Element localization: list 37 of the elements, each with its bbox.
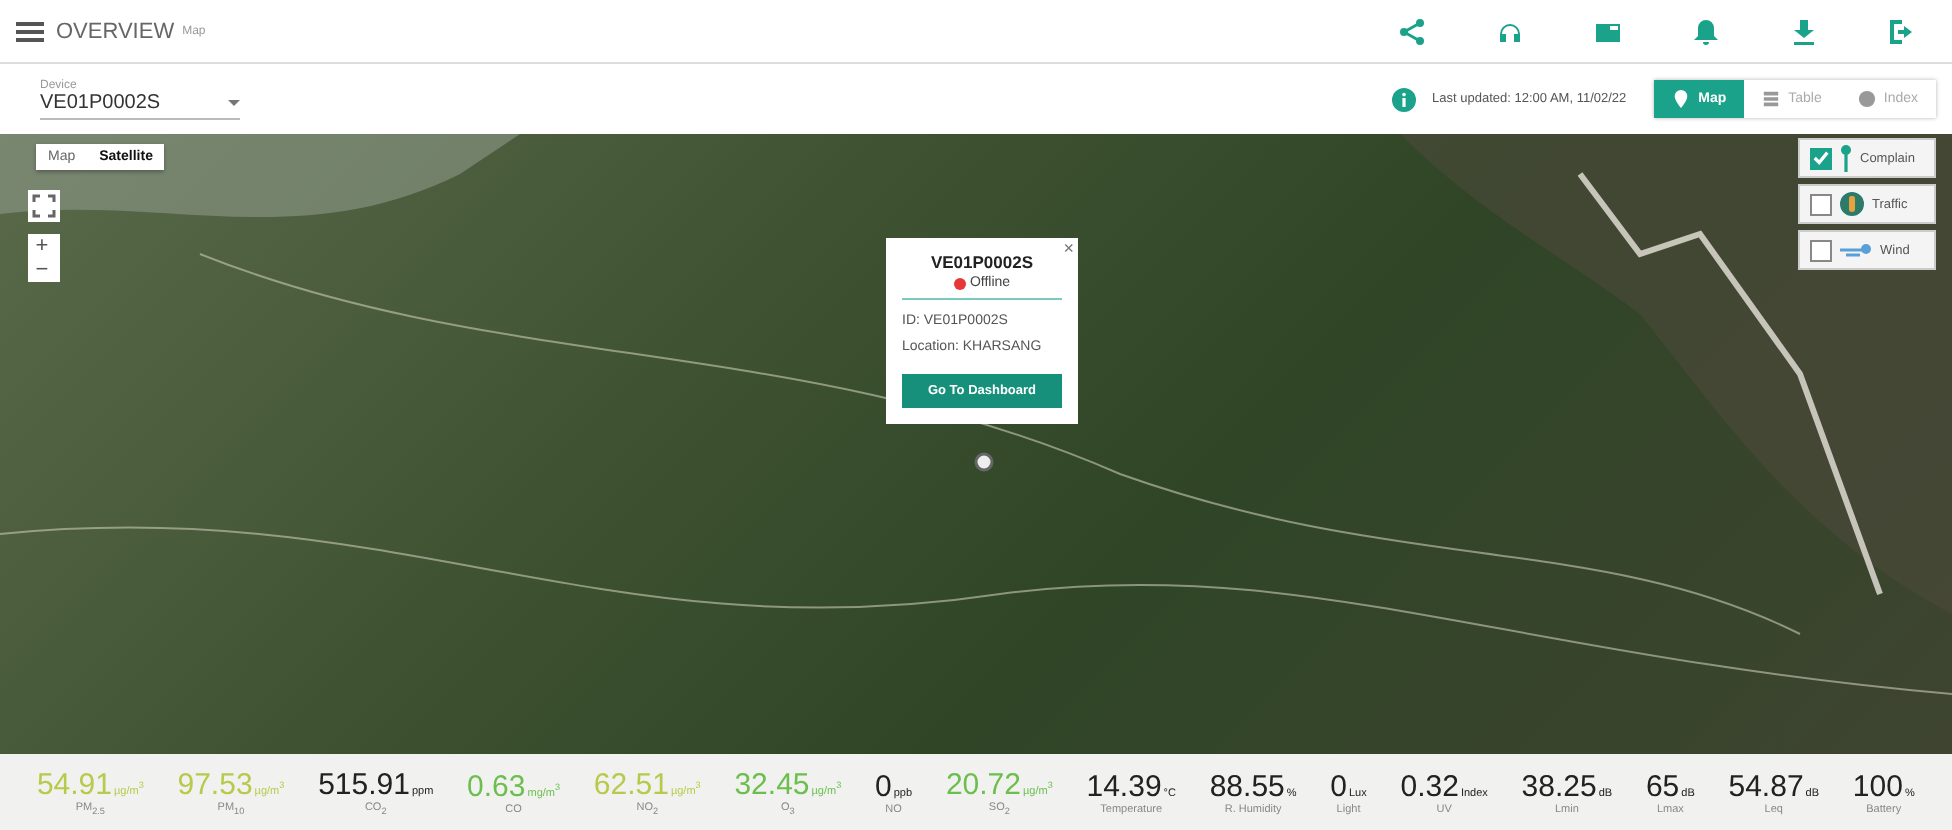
bell-icon[interactable] xyxy=(1692,17,1720,45)
logout-icon[interactable] xyxy=(1888,17,1916,45)
share-icon[interactable] xyxy=(1398,17,1426,45)
reading-value: 88.55 xyxy=(1209,769,1285,803)
info-circle-icon xyxy=(1857,90,1876,108)
reading-value: 14.39 xyxy=(1086,769,1162,803)
page-title: OVERVIEW xyxy=(56,19,175,43)
reading-value: 0 xyxy=(875,769,892,803)
pin-icon xyxy=(1840,144,1852,172)
reading-value: 32.45 xyxy=(734,767,810,802)
reading-value: 20.72 xyxy=(945,767,1021,802)
reading-value: 54.91 xyxy=(36,767,112,802)
list-icon xyxy=(1762,90,1781,108)
reading-value: 54.87 xyxy=(1728,769,1804,803)
popup-title: VE01P0002S xyxy=(930,252,1034,272)
checkbox[interactable] xyxy=(1810,193,1832,215)
download-icon[interactable] xyxy=(1790,17,1818,45)
reading-value: 515.91 xyxy=(318,767,410,802)
menu-icon[interactable] xyxy=(16,21,44,41)
wind-icon xyxy=(1840,242,1872,258)
reading-value: 100 xyxy=(1852,769,1903,803)
info-icon xyxy=(1392,87,1417,111)
reading-value: 0.32 xyxy=(1400,769,1459,803)
reading-value: 62.51 xyxy=(593,767,669,802)
traffic-light-icon xyxy=(1840,192,1864,216)
fullscreen-icon[interactable] xyxy=(28,190,60,222)
reading-value: 0.63 xyxy=(467,769,526,803)
reading-value: 38.25 xyxy=(1521,769,1597,803)
reading-value: 65 xyxy=(1645,769,1680,803)
status-dot xyxy=(953,277,966,289)
reading-value: 0 xyxy=(1330,769,1347,803)
checkbox[interactable] xyxy=(1810,147,1832,169)
checkbox[interactable] xyxy=(1810,239,1832,261)
close-button[interactable]: × xyxy=(1063,238,1074,258)
map-marker-icon[interactable] xyxy=(974,452,994,472)
reading-value: 97.53 xyxy=(177,767,253,802)
pin-icon xyxy=(1672,90,1691,108)
